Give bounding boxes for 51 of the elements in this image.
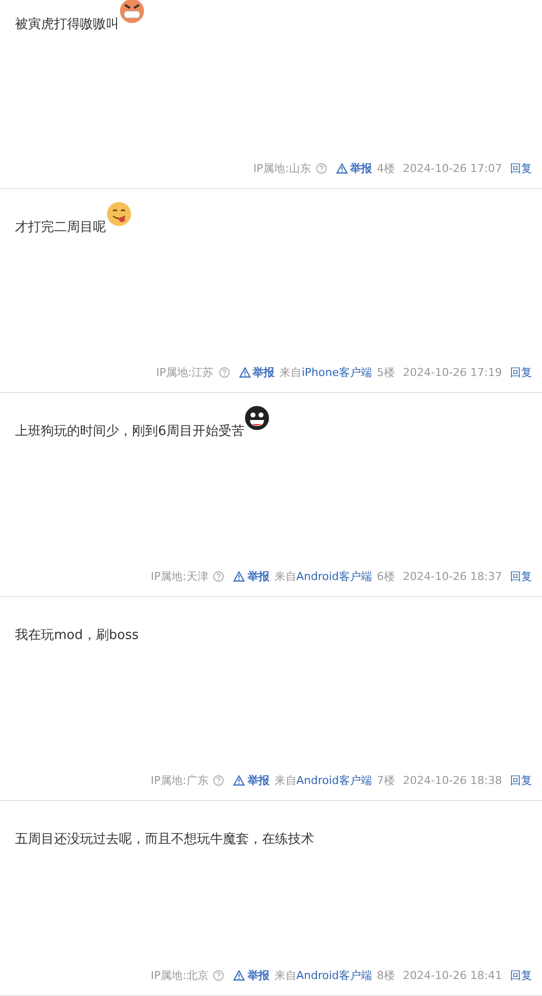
grinning-face-icon	[244, 405, 270, 431]
client-link[interactable]: Android客户端	[296, 773, 372, 788]
help-icon[interactable]	[213, 970, 224, 981]
report-link[interactable]: 举报	[233, 773, 270, 788]
reply-link[interactable]: 回复	[510, 968, 532, 983]
client-link[interactable]: Android客户端	[296, 569, 372, 584]
post-text: 上班狗玩的时间少，刚到6周目开始受苦	[15, 423, 244, 441]
report-link[interactable]: 举报	[233, 968, 270, 983]
reply-link[interactable]: 回复	[510, 569, 532, 584]
floor-number: 5楼	[376, 365, 395, 380]
help-icon[interactable]	[316, 163, 327, 174]
post-time: 2024-10-26 18:38	[402, 774, 502, 787]
source-label: 来自	[280, 365, 302, 380]
post-time: 2024-10-26 17:07	[402, 162, 502, 175]
report-link[interactable]: 举报	[233, 569, 270, 584]
ip-location: IP属地:天津	[150, 569, 208, 584]
source-label: 来自	[274, 569, 296, 584]
tongue-face-icon	[106, 201, 132, 227]
warning-icon	[238, 367, 251, 378]
angry-face-icon	[119, 0, 145, 24]
post-text: 被寅虎打得嗷嗷叫	[15, 16, 119, 34]
report-link[interactable]: 举报	[336, 161, 372, 176]
ip-location: IP属地:广东	[150, 773, 208, 788]
reply-link[interactable]: 回复	[510, 161, 532, 176]
help-icon[interactable]	[218, 367, 230, 378]
report-link[interactable]: 举报	[238, 365, 275, 380]
post-time: 2024-10-26 17:19	[402, 366, 502, 379]
floor-number: 4楼	[376, 161, 395, 176]
ip-location: IP属地:山东	[253, 161, 311, 176]
help-icon[interactable]	[213, 775, 224, 786]
source-label: 来自	[274, 773, 296, 788]
reply-link[interactable]: 回复	[510, 365, 532, 380]
post-text: 才打完二周目呢	[15, 219, 106, 237]
help-icon[interactable]	[213, 571, 224, 582]
warning-icon	[233, 571, 246, 582]
client-link[interactable]: iPhone客户端	[302, 365, 372, 380]
client-link[interactable]: Android客户端	[296, 968, 372, 983]
source-label: 来自	[274, 968, 296, 983]
reply-link[interactable]: 回复	[510, 773, 532, 788]
ip-location: IP属地:北京	[150, 968, 208, 983]
post-text: 五周目还没玩过去呢，而且不想玩牛魔套，在练技术	[15, 831, 314, 849]
warning-icon	[233, 775, 246, 786]
warning-icon	[336, 163, 348, 174]
warning-icon	[233, 970, 246, 981]
post-time: 2024-10-26 18:41	[402, 969, 502, 982]
ip-location: IP属地:江苏	[156, 365, 214, 380]
floor-number: 7楼	[376, 773, 395, 788]
post-time: 2024-10-26 18:37	[402, 570, 502, 583]
floor-number: 6楼	[376, 569, 395, 584]
post-text: 我在玩mod，刷boss	[15, 627, 139, 645]
floor-number: 8楼	[376, 968, 395, 983]
